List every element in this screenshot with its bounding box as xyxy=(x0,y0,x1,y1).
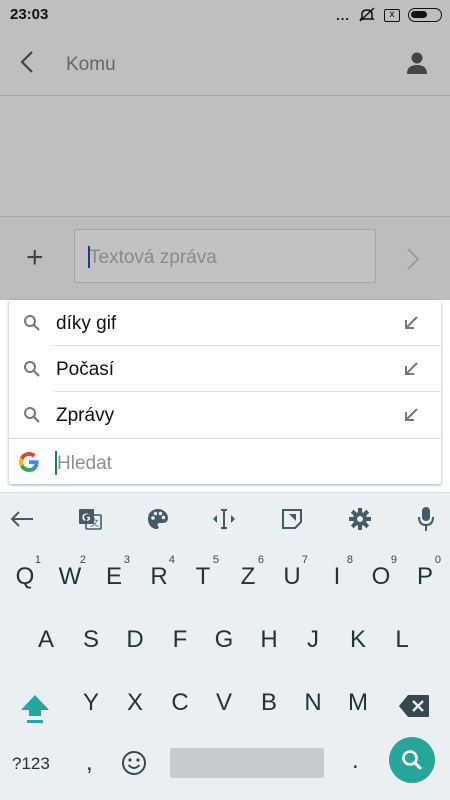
google-search-row[interactable]: Hledat xyxy=(9,438,441,484)
keyboard-toolbar: G文 xyxy=(0,492,450,544)
search-text-cursor xyxy=(55,451,57,475)
key[interactable]: B xyxy=(247,678,291,728)
search-icon xyxy=(24,361,40,377)
recipient-field[interactable]: Komu xyxy=(66,54,116,76)
period-key[interactable]: . xyxy=(352,747,359,775)
key[interactable]: C xyxy=(158,678,202,728)
suggestion-item[interactable]: Zprávy xyxy=(9,392,441,438)
app-bar: Komu xyxy=(0,30,450,96)
google-search-placeholder: Hledat xyxy=(57,453,112,474)
suggestion-item[interactable]: Počasí xyxy=(9,346,441,392)
key[interactable]: E3 xyxy=(92,552,136,602)
search-action-key[interactable] xyxy=(389,737,435,783)
key[interactable]: D xyxy=(113,615,157,665)
gear-icon[interactable] xyxy=(346,505,374,533)
key[interactable]: N xyxy=(291,678,335,728)
status-icons: ... x xyxy=(336,6,442,24)
suggestion-text: díky gif xyxy=(56,313,117,334)
key[interactable]: K xyxy=(336,615,380,665)
send-chevron-icon[interactable] xyxy=(406,247,420,271)
key[interactable]: S xyxy=(69,615,113,665)
shift-key-icon[interactable] xyxy=(18,692,52,726)
key[interactable]: O9 xyxy=(359,552,403,602)
mute-icon xyxy=(359,7,375,22)
suggestion-item[interactable]: díky gif xyxy=(9,300,441,346)
symbols-key[interactable]: ?123 xyxy=(12,754,50,774)
search-icon xyxy=(24,407,40,423)
key[interactable]: P0 xyxy=(403,552,447,602)
search-icon xyxy=(402,750,423,771)
compose-bar: + Textová zpráva xyxy=(0,216,450,300)
keyboard: Q1 W2 E3 R4 T5 Z6 U7 I8 O9 P0 A S D F G … xyxy=(0,544,450,800)
translate-icon[interactable]: G文 xyxy=(76,505,104,533)
sticker-icon[interactable] xyxy=(278,505,306,533)
palette-icon[interactable] xyxy=(144,505,172,533)
status-bar: 23:03 ... x xyxy=(0,0,450,30)
key[interactable]: R4 xyxy=(137,552,181,602)
comma-key[interactable]: , xyxy=(86,749,93,777)
key[interactable]: W2 xyxy=(48,552,92,602)
mic-icon[interactable] xyxy=(412,505,440,533)
key[interactable]: I8 xyxy=(315,552,359,602)
space-key[interactable] xyxy=(170,748,324,778)
back-chevron-icon[interactable] xyxy=(16,50,40,74)
key[interactable]: J xyxy=(291,615,335,665)
key[interactable]: Z6 xyxy=(226,552,270,602)
conversation-area xyxy=(0,96,450,216)
text-cursor xyxy=(88,246,90,268)
search-suggestions-panel: díky gif Počasí Zprávy Hledat xyxy=(9,300,441,484)
emoji-icon[interactable] xyxy=(121,750,147,776)
battery-icon xyxy=(408,8,442,22)
fill-query-arrow-icon[interactable] xyxy=(403,407,419,423)
key[interactable]: F xyxy=(158,615,202,665)
key[interactable]: X xyxy=(113,678,157,728)
cursor-move-icon[interactable] xyxy=(210,505,238,533)
key[interactable]: Y xyxy=(69,678,113,728)
suggestion-text: Počasí xyxy=(56,359,115,380)
svg-text:文: 文 xyxy=(90,517,99,528)
key[interactable]: H xyxy=(247,615,291,665)
backspace-icon[interactable] xyxy=(398,694,430,718)
fill-query-arrow-icon[interactable] xyxy=(403,315,419,331)
message-input[interactable]: Textová zpráva xyxy=(74,229,376,283)
back-arrow-icon[interactable] xyxy=(8,505,36,533)
key[interactable]: T5 xyxy=(181,552,225,602)
notification-dots: ... xyxy=(336,7,350,23)
key[interactable]: V xyxy=(202,678,246,728)
search-icon xyxy=(24,315,40,331)
status-time: 23:03 xyxy=(10,6,49,23)
suggestion-text: Zprávy xyxy=(56,405,115,426)
key[interactable]: G xyxy=(202,615,246,665)
fill-query-arrow-icon[interactable] xyxy=(403,361,419,377)
google-g-icon xyxy=(19,452,39,472)
message-placeholder: Textová zpráva xyxy=(89,247,217,268)
key[interactable]: A xyxy=(24,615,68,665)
key[interactable]: M xyxy=(336,678,380,728)
no-sim-icon: x xyxy=(384,8,400,22)
key[interactable]: L xyxy=(380,615,424,665)
key[interactable]: U7 xyxy=(270,552,314,602)
key[interactable]: Q1 xyxy=(3,552,47,602)
person-icon[interactable] xyxy=(406,51,428,75)
attach-button[interactable]: + xyxy=(26,243,44,273)
